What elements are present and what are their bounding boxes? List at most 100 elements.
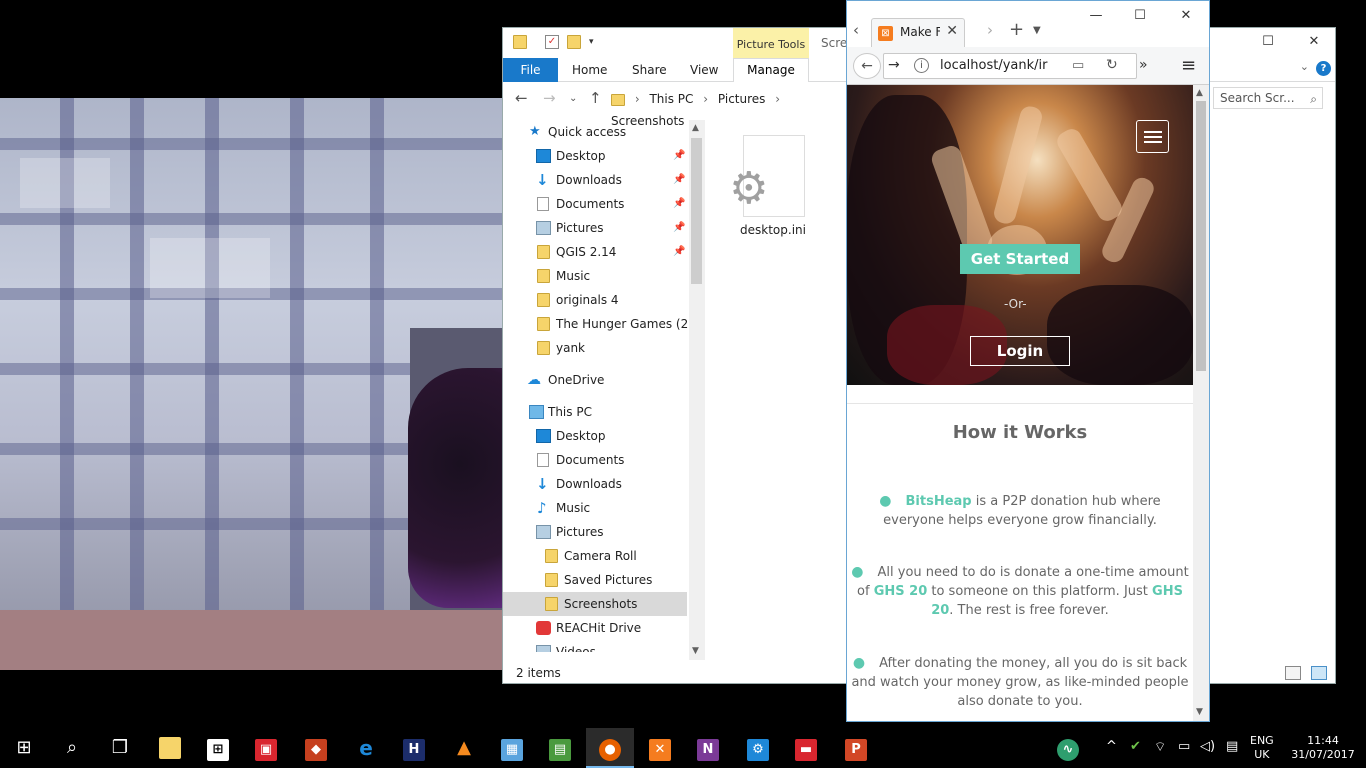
sidebar-item-camera-roll[interactable]: Camera Roll (503, 544, 703, 568)
tab-list-icon[interactable]: ▼ (1033, 25, 1041, 36)
tab-view[interactable]: View (690, 58, 718, 82)
app-blue-icon[interactable]: ▦ (488, 728, 536, 768)
sidebar-item-pc-downloads[interactable]: ↓ Downloads (503, 472, 703, 496)
up-arrow-icon[interactable]: ↑ (589, 89, 602, 107)
tab-home[interactable]: Home (572, 58, 607, 82)
xampp-icon[interactable]: ✕ (636, 728, 684, 768)
sidebar-item-onedrive[interactable]: ☁ OneDrive (503, 368, 703, 392)
search-icon[interactable]: ⌕ (48, 728, 96, 768)
details-view-icon[interactable] (1285, 666, 1302, 680)
url-text[interactable]: localhost/yank/ir (940, 58, 1048, 73)
sidebar-item-reachit-drive[interactable]: REACHit Drive (503, 616, 703, 640)
url-bar[interactable]: → i localhost/yank/ir ▭ ↻ (883, 53, 1137, 79)
start-icon[interactable]: ⊞ (0, 728, 48, 768)
chevron-down-icon[interactable]: ⌄ (1300, 60, 1309, 73)
sidebar-item-pictures[interactable]: Pictures 📌 (503, 216, 703, 240)
breadcrumb-this-pc[interactable]: This PC (649, 92, 693, 106)
powerpoint-icon[interactable]: P (832, 728, 880, 768)
get-started-button[interactable]: Get Started (960, 244, 1080, 274)
breadcrumb-pictures[interactable]: Pictures (718, 92, 766, 106)
scroll-up-icon[interactable]: ▲ (692, 123, 699, 133)
back-arrow-icon[interactable]: ← (515, 89, 528, 107)
maximize-button[interactable]: ☐ (1117, 8, 1163, 23)
sidebar-item-yank[interactable]: yank (503, 336, 703, 360)
hamburger-menu-icon[interactable]: ≡ (1181, 55, 1196, 76)
file-explorer-icon[interactable] (146, 728, 194, 768)
help-icon[interactable]: ? (1316, 61, 1331, 76)
sidebar-item-pc-documents[interactable]: Documents (503, 448, 703, 472)
sidebar-item-pc-pictures[interactable]: Pictures (503, 520, 703, 544)
onenote-icon[interactable]: N (684, 728, 732, 768)
edge-icon[interactable]: e (342, 728, 390, 768)
sidebar-item-saved-pictures[interactable]: Saved Pictures (503, 568, 703, 592)
sidebar-item-screenshots[interactable]: Screenshots (503, 592, 687, 616)
sidebar-item-hunger-games[interactable]: The Hunger Games (2012 (503, 312, 703, 336)
sidebar-item-this-pc[interactable]: This PC (503, 400, 703, 424)
new-tab-icon[interactable]: + (1009, 19, 1024, 40)
store-icon[interactable]: ⊞ (194, 728, 242, 768)
minimize-button[interactable]: — (1073, 8, 1119, 23)
maximize-button[interactable]: ☐ (1245, 28, 1291, 58)
app-green-icon[interactable]: ▤ (536, 728, 584, 768)
settings-icon[interactable]: ⚙ (734, 728, 782, 768)
scroll-thumb[interactable] (1196, 101, 1206, 371)
page-scrollbar[interactable]: ▲ ▼ (1193, 85, 1209, 721)
sidebar-item-music[interactable]: Music (503, 264, 703, 288)
wifi-icon[interactable]: ⌔ (1154, 739, 1166, 755)
back-arrow-icon[interactable]: ← (853, 53, 881, 79)
scroll-up-icon[interactable]: ▲ (1196, 88, 1203, 98)
file-item[interactable]: ⚙ desktop.ini (723, 133, 823, 243)
battery-icon[interactable]: ▭ (1178, 739, 1190, 754)
security-icon[interactable]: ✔ (1130, 739, 1141, 754)
tab-scroll-right-icon[interactable]: › (987, 21, 993, 39)
reader-icon[interactable]: ▣ (242, 728, 290, 768)
large-icons-view-icon[interactable] (1311, 666, 1327, 680)
close-button[interactable]: ✕ (1291, 28, 1337, 58)
language-indicator[interactable]: ENG UK (1250, 734, 1274, 762)
browser-tab[interactable]: ⊠ Make F ✕ (871, 18, 965, 47)
overflow-chevron-icon[interactable]: » (1139, 57, 1148, 73)
task-view-icon[interactable]: ❐ (96, 728, 144, 768)
sidebar-item-downloads[interactable]: ↓ Downloads 📌 (503, 168, 703, 192)
sidebar-item-videos[interactable]: Videos (503, 640, 703, 652)
activity-monitor-icon[interactable]: ∿ (1044, 728, 1092, 768)
login-button[interactable]: Login (970, 336, 1070, 366)
scroll-thumb[interactable] (691, 138, 702, 284)
app-red-icon[interactable]: ◆ (292, 728, 340, 768)
sidebar-item-pc-desktop[interactable]: Desktop (503, 424, 703, 448)
forward-arrow-icon[interactable]: → (543, 89, 556, 107)
sidebar-item-qgis[interactable]: QGIS 2.14 📌 (503, 240, 703, 264)
nav-scrollbar[interactable]: ▲ ▼ (689, 120, 705, 660)
sidebar-item-pc-music[interactable]: ♪ Music (503, 496, 703, 520)
volume-icon[interactable]: ◁) (1200, 739, 1215, 754)
app-pdf-icon[interactable]: ▬ (782, 728, 830, 768)
site-menu-button[interactable] (1136, 120, 1169, 153)
properties-icon[interactable]: ✓ (545, 35, 559, 49)
clock[interactable]: 11:44 31/07/2017 (1288, 734, 1358, 762)
app-h-icon[interactable]: H (390, 728, 438, 768)
forward-arrow-icon[interactable]: → (888, 57, 900, 73)
search-input[interactable]: Search Scr... ⌕ (1213, 87, 1323, 109)
sidebar-item-quick-access[interactable]: ★ Quick access (503, 120, 703, 144)
new-folder-icon[interactable] (567, 35, 581, 49)
tab-file[interactable]: File (503, 58, 558, 82)
scroll-down-icon[interactable]: ▼ (1196, 707, 1203, 717)
reload-icon[interactable]: ↻ (1106, 57, 1118, 73)
close-tab-icon[interactable]: ✕ (946, 23, 958, 39)
sidebar-item-originals[interactable]: originals 4 (503, 288, 703, 312)
scroll-down-icon[interactable]: ▼ (692, 646, 699, 656)
reader-view-icon[interactable]: ▭ (1072, 58, 1084, 73)
firefox-icon[interactable]: ● (586, 728, 634, 768)
close-button[interactable]: ✕ (1163, 8, 1209, 23)
tab-share[interactable]: Share (632, 58, 667, 82)
action-center-icon[interactable]: ▤ (1226, 739, 1238, 754)
sidebar-item-desktop[interactable]: Desktop 📌 (503, 144, 703, 168)
sidebar-item-documents[interactable]: Documents 📌 (503, 192, 703, 216)
chevron-down-icon[interactable]: ▾ (589, 35, 603, 49)
folder-icon[interactable] (513, 35, 527, 49)
breadcrumb[interactable]: › This PC › Pictures › Screenshots (611, 88, 851, 128)
info-icon[interactable]: i (914, 58, 929, 73)
tab-manage[interactable]: Manage (733, 58, 809, 82)
tab-scroll-left-icon[interactable]: ‹ (853, 21, 859, 39)
vlc-icon[interactable]: ▲ (440, 728, 488, 768)
